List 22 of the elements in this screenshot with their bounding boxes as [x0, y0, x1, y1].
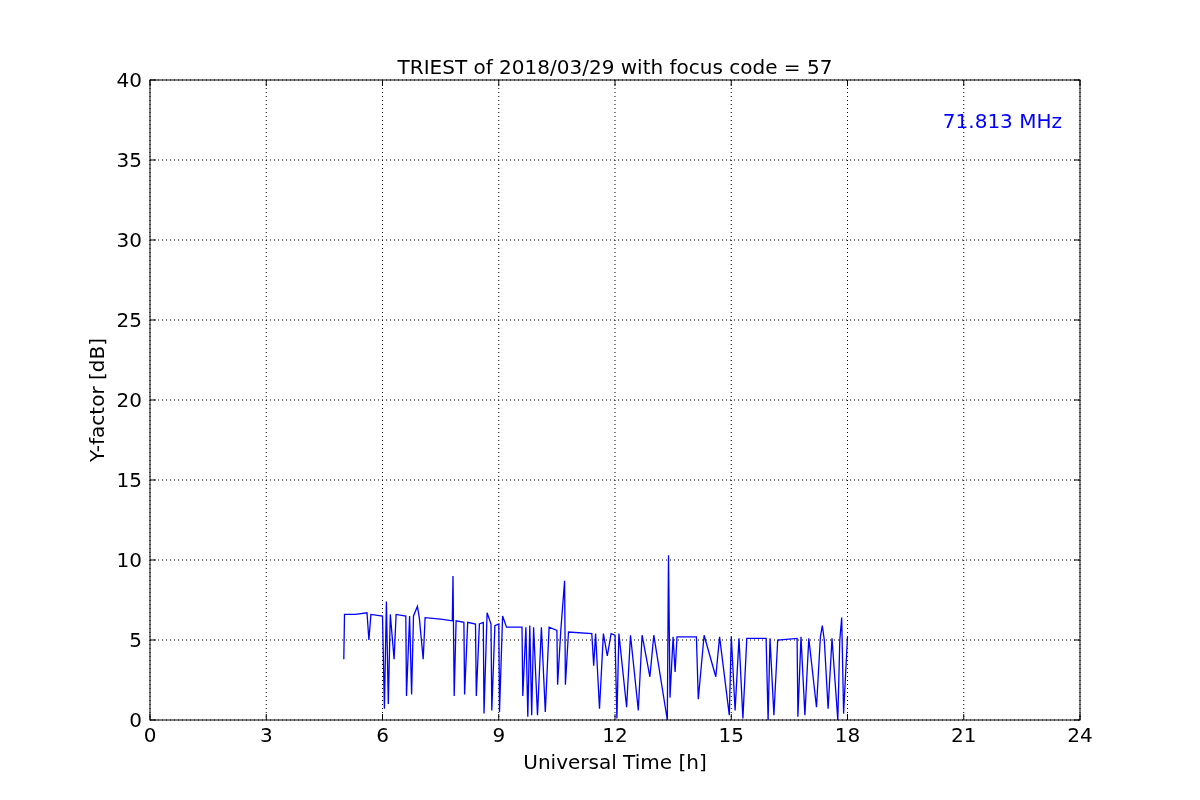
tick-label: 24 — [1067, 723, 1093, 747]
series-label: 71.813 MHz — [942, 109, 1062, 133]
y-axis-label: Y-factor [dB] — [85, 338, 109, 462]
tick-label: 6 — [376, 723, 389, 747]
x-axis-label: Universal Time [h] — [523, 750, 707, 774]
tick-label: 15 — [718, 723, 744, 747]
tick-label: 18 — [834, 723, 861, 747]
tick-label: 9 — [492, 723, 506, 747]
tick-label: 40 — [116, 68, 142, 92]
tick-label: 15 — [116, 468, 142, 492]
tick-label: 20 — [116, 388, 142, 412]
tick-label: 21 — [951, 723, 977, 747]
tick-label: 3 — [259, 723, 273, 747]
tick-label: 25 — [116, 308, 142, 332]
chart-title: TRIEST of 2018/03/29 with focus code = 57 — [397, 55, 833, 79]
tick-label: 0 — [143, 723, 157, 747]
tick-label: 5 — [129, 628, 142, 652]
tick-label: 30 — [116, 228, 142, 252]
tick-label: 10 — [116, 548, 142, 572]
tick-label: 35 — [116, 148, 142, 172]
tick-label: 0 — [129, 708, 142, 732]
tick-label: 12 — [602, 723, 628, 747]
